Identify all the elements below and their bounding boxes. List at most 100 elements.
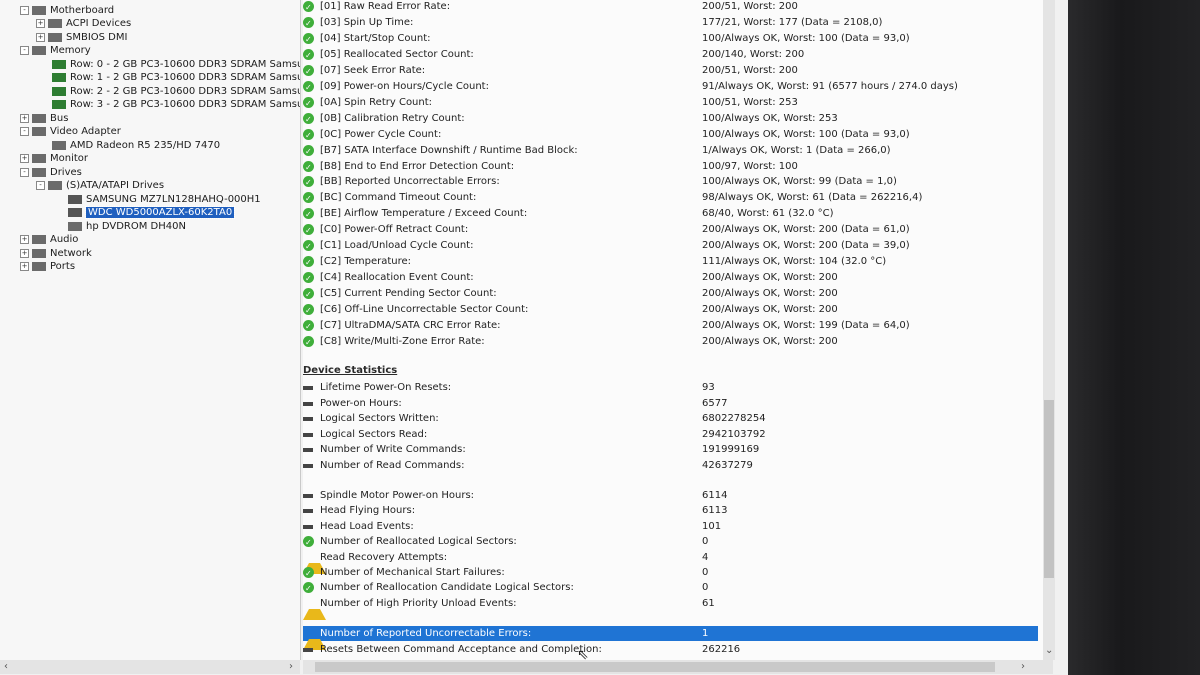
list-item[interactable]: Number of Reallocation Candidate Logical…: [303, 580, 1038, 596]
expand-toggle-icon[interactable]: +: [36, 32, 45, 42]
tree-item[interactable]: + Monitor: [20, 152, 88, 165]
list-item[interactable]: [BB] Reported Uncorrectable Errors: 100/A…: [303, 174, 1038, 190]
list-item[interactable]: Number of Mechanical Start Failures: 0: [303, 565, 1038, 581]
field-value: 200/51, Worst: 200: [702, 64, 798, 76]
list-item[interactable]: Number of Reported Uncorrectable Errors:…: [303, 626, 1038, 650]
collapse-toggle-icon[interactable]: -: [20, 45, 29, 55]
list-item[interactable]: [05] Reallocated Sector Count: 200/140, W…: [303, 47, 1038, 63]
list-item[interactable]: [C5] Current Pending Sector Count: 200/Al…: [303, 286, 1038, 302]
expand-toggle-icon[interactable]: +: [36, 18, 45, 28]
bar-icon: [303, 524, 313, 529]
vertical-scroll-thumb[interactable]: [1044, 400, 1054, 578]
tree-item[interactable]: - Motherboard: [20, 4, 114, 17]
list-item[interactable]: Number of Reallocated Logical Sectors: 0: [303, 534, 1038, 550]
list-item[interactable]: [C4] Reallocation Event Count: 200/Always…: [303, 270, 1038, 286]
list-item[interactable]: [B8] End to End Error Detection Count: 10…: [303, 159, 1038, 175]
field-value: 262216: [702, 643, 741, 655]
tree-item[interactable]: - Video Adapter: [20, 125, 121, 138]
field-value: 0: [702, 582, 709, 594]
list-item[interactable]: Number of Read Commands: 42637279: [303, 458, 1038, 473]
device-tree-panel[interactable]: - Motherboard + ACPI Devices + SMBIOS DMI - Mem…: [0, 0, 301, 660]
list-item[interactable]: Spindle Motor Power-on Hours: 6114: [303, 488, 1038, 503]
list-item[interactable]: [C8] Write/Multi-Zone Error Rate: 200/Alw…: [303, 334, 1038, 350]
horizontal-scroll-thumb[interactable]: [315, 662, 995, 672]
list-item[interactable]: [BC] Command Timeout Count: 98/Always OK,…: [303, 190, 1038, 206]
list-horizontal-scrollbar[interactable]: ›: [303, 660, 1053, 674]
tree-item[interactable]: - Drives: [20, 166, 82, 179]
ram-stick-icon: [52, 59, 66, 69]
tree-item[interactable]: + Ports: [20, 260, 75, 273]
tree-item[interactable]: Row: 3 - 2 GB PC3-10600 DDR3 SDRAM Samsu…: [52, 98, 300, 111]
list-item[interactable]: [0A] Spin Retry Count: 100/51, Worst: 253: [303, 95, 1038, 111]
field-name: [0C] Power Cycle Count:: [320, 128, 442, 140]
tree-item[interactable]: + SMBIOS DMI: [36, 31, 127, 44]
scroll-right-arrow-icon[interactable]: ›: [289, 661, 293, 672]
field-value: 68/40, Worst: 61 (32.0 °C): [702, 208, 834, 220]
list-item[interactable]: Number of Write Commands: 191999169: [303, 442, 1038, 457]
tree-item[interactable]: Row: 2 - 2 GB PC3-10600 DDR3 SDRAM Samsu…: [52, 85, 300, 98]
ram-stick-icon: [52, 86, 66, 96]
list-item[interactable]: [B7] SATA Interface Downshift / Runtime …: [303, 143, 1038, 159]
field-name: Power-on Hours:: [320, 397, 402, 409]
tree-item[interactable]: - (S)ATA/ATAPI Drives: [36, 179, 164, 192]
expand-toggle-icon[interactable]: +: [20, 153, 29, 163]
list-item[interactable]: Resets Between Command Acceptance and Co…: [303, 642, 1038, 657]
device-statistics-header[interactable]: Device Statistics: [303, 365, 397, 376]
field-value: 200/Always OK, Worst: 199 (Data = 64,0): [702, 320, 910, 331]
tree-item[interactable]: AMD Radeon R5 235/HD 7470: [52, 139, 220, 152]
device-details-list[interactable]: [01] Raw Read Error Rate: 200/51, Worst: …: [303, 0, 1043, 660]
list-item[interactable]: Head Load Events: 101: [303, 519, 1038, 534]
tree-item[interactable]: - Memory: [20, 44, 91, 57]
field-name: [C8] Write/Multi-Zone Error Rate:: [320, 335, 485, 347]
list-item[interactable]: Read Recovery Attempts: 4: [303, 550, 1038, 574]
field-value: 177/21, Worst: 177 (Data = 2108,0): [702, 16, 883, 28]
list-item[interactable]: [C2] Temperature: 111/Always OK, Worst: 1…: [303, 254, 1038, 270]
list-item[interactable]: [C6] Off-Line Uncorrectable Sector Count…: [303, 302, 1038, 318]
tree-item[interactable]: + ACPI Devices: [36, 17, 131, 30]
list-item[interactable]: [04] Start/Stop Count: 100/Always OK, Wor…: [303, 31, 1038, 47]
list-item[interactable]: [0B] Calibration Retry Count: 100/Always …: [303, 111, 1038, 127]
list-item[interactable]: Logical Sectors Read: 2942103792: [303, 427, 1038, 442]
list-item[interactable]: Lifetime Power-On Resets: 93: [303, 380, 1038, 395]
field-name: [BC] Command Timeout Count:: [320, 192, 477, 204]
list-item[interactable]: Head Flying Hours: 6113: [303, 503, 1038, 518]
tree-item[interactable]: + Network: [20, 247, 92, 260]
field-value: 42637279: [702, 459, 753, 471]
collapse-toggle-icon[interactable]: -: [20, 126, 29, 136]
expand-toggle-icon[interactable]: +: [20, 261, 29, 271]
expand-toggle-icon[interactable]: +: [20, 234, 29, 244]
collapse-toggle-icon[interactable]: -: [20, 167, 29, 177]
list-item[interactable]: Number of High Priority Unload Events: 61: [303, 596, 1038, 620]
list-item[interactable]: [07] Seek Error Rate: 200/51, Worst: 200: [303, 63, 1038, 79]
list-item[interactable]: [C0] Power-Off Retract Count: 200/Always …: [303, 222, 1038, 238]
tree-item[interactable]: + Bus: [20, 112, 68, 125]
list-item[interactable]: Power-on Hours: 6577: [303, 396, 1038, 411]
tree-item[interactable]: WDC WD5000AZLX-60K2TA0: [68, 206, 236, 219]
scroll-right-arrow-icon[interactable]: ›: [1021, 661, 1025, 672]
list-item[interactable]: [01] Raw Read Error Rate: 200/51, Worst: …: [303, 0, 1038, 15]
field-name: [07] Seek Error Rate:: [320, 64, 426, 76]
list-item[interactable]: [09] Power-on Hours/Cycle Count: 91/Alway…: [303, 79, 1038, 95]
tree-item[interactable]: SAMSUNG MZ7LN128HAHQ-000H1: [68, 193, 261, 206]
list-item[interactable]: [C1] Load/Unload Cycle Count: 200/Always …: [303, 238, 1038, 254]
scroll-left-arrow-icon[interactable]: ‹: [4, 661, 8, 672]
list-item[interactable]: [C7] UltraDMA/SATA CRC Error Rate: 200/Al…: [303, 318, 1038, 334]
tree-item[interactable]: hp DVDROM DH40N: [68, 220, 186, 233]
expand-toggle-icon[interactable]: +: [20, 248, 29, 258]
list-item[interactable]: [BE] Airflow Temperature / Exceed Count:…: [303, 206, 1038, 222]
tree-item[interactable]: Row: 1 - 2 GB PC3-10600 DDR3 SDRAM Samsu…: [52, 71, 300, 84]
list-item[interactable]: [03] Spin Up Time: 177/21, Worst: 177 (Da…: [303, 15, 1038, 31]
scroll-down-arrow-icon[interactable]: ⌄: [1045, 645, 1053, 656]
collapse-toggle-icon[interactable]: -: [36, 180, 45, 190]
tree-item[interactable]: Row: 0 - 2 GB PC3-10600 DDR3 SDRAM Samsu…: [52, 58, 300, 71]
expand-toggle-icon[interactable]: +: [20, 113, 29, 123]
vertical-scrollbar[interactable]: ⌄: [1043, 0, 1055, 660]
tree-item[interactable]: + Audio: [20, 233, 78, 246]
bar-icon: [303, 401, 313, 406]
smbios-icon: [48, 32, 62, 42]
tree-item-label: Memory: [50, 45, 91, 56]
list-item[interactable]: [0C] Power Cycle Count: 100/Always OK, Wo…: [303, 127, 1038, 143]
tree-horizontal-scrollbar[interactable]: ‹ ›: [0, 660, 300, 674]
collapse-toggle-icon[interactable]: -: [20, 5, 29, 15]
list-item[interactable]: Logical Sectors Written: 6802278254: [303, 411, 1038, 426]
